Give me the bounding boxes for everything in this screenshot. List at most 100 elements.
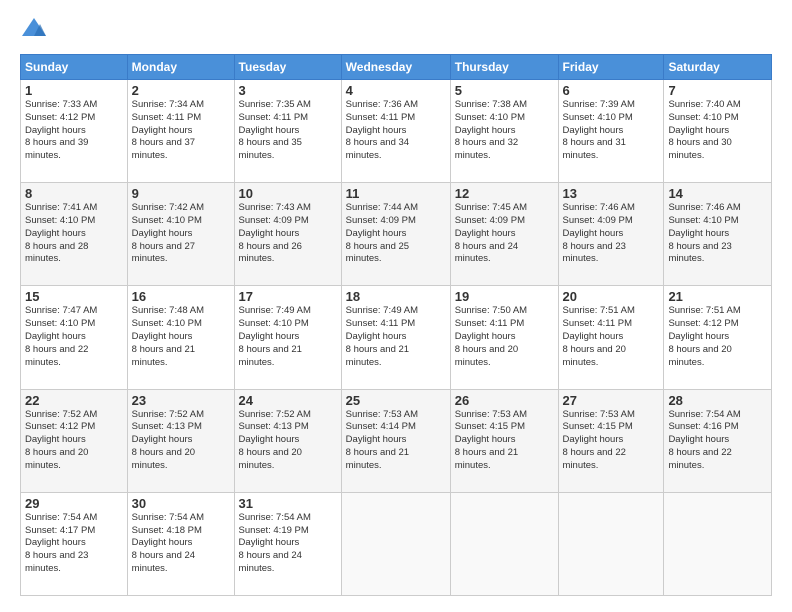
daylight-duration: 8 hours and 26 minutes. [239, 241, 302, 265]
daylight-duration: 8 hours and 37 minutes. [132, 137, 195, 161]
day-number: 19 [455, 289, 554, 304]
calendar-cell: 26 Sunrise: 7:53 AM Sunset: 4:15 PM Dayl… [450, 389, 558, 492]
calendar-cell [558, 492, 664, 595]
daylight-label: Daylight hours [455, 125, 516, 136]
calendar-cell: 8 Sunrise: 7:41 AM Sunset: 4:10 PM Dayli… [21, 183, 128, 286]
daylight-label: Daylight hours [563, 434, 624, 445]
calendar-cell [450, 492, 558, 595]
day-number: 29 [25, 496, 123, 511]
sunrise-label: Sunrise: 7:54 AM [25, 512, 97, 523]
daylight-duration: 8 hours and 35 minutes. [239, 137, 302, 161]
calendar-cell: 25 Sunrise: 7:53 AM Sunset: 4:14 PM Dayl… [341, 389, 450, 492]
daylight-duration: 8 hours and 30 minutes. [668, 137, 731, 161]
sunset-label: Sunset: 4:11 PM [132, 112, 202, 123]
sunrise-label: Sunrise: 7:48 AM [132, 305, 204, 316]
sunset-label: Sunset: 4:14 PM [346, 421, 416, 432]
day-info: Sunrise: 7:47 AM Sunset: 4:10 PM Dayligh… [25, 305, 123, 369]
daylight-duration: 8 hours and 32 minutes. [455, 137, 518, 161]
day-number: 1 [25, 83, 123, 98]
calendar-cell: 31 Sunrise: 7:54 AM Sunset: 4:19 PM Dayl… [234, 492, 341, 595]
daylight-duration: 8 hours and 20 minutes. [455, 344, 518, 368]
calendar-cell: 16 Sunrise: 7:48 AM Sunset: 4:10 PM Dayl… [127, 286, 234, 389]
calendar-cell: 12 Sunrise: 7:45 AM Sunset: 4:09 PM Dayl… [450, 183, 558, 286]
day-number: 16 [132, 289, 230, 304]
day-info: Sunrise: 7:52 AM Sunset: 4:13 PM Dayligh… [239, 409, 337, 473]
page: SundayMondayTuesdayWednesdayThursdayFrid… [0, 0, 792, 612]
day-info: Sunrise: 7:46 AM Sunset: 4:10 PM Dayligh… [668, 202, 767, 266]
calendar-cell: 1 Sunrise: 7:33 AM Sunset: 4:12 PM Dayli… [21, 80, 128, 183]
daylight-label: Daylight hours [346, 434, 407, 445]
day-number: 4 [346, 83, 446, 98]
day-number: 21 [668, 289, 767, 304]
daylight-duration: 8 hours and 21 minutes. [132, 344, 195, 368]
calendar-cell: 23 Sunrise: 7:52 AM Sunset: 4:13 PM Dayl… [127, 389, 234, 492]
day-number: 23 [132, 393, 230, 408]
day-info: Sunrise: 7:38 AM Sunset: 4:10 PM Dayligh… [455, 99, 554, 163]
daylight-duration: 8 hours and 20 minutes. [132, 447, 195, 471]
sunrise-label: Sunrise: 7:46 AM [668, 202, 740, 213]
sunset-label: Sunset: 4:09 PM [563, 215, 633, 226]
daylight-label: Daylight hours [563, 331, 624, 342]
day-number: 25 [346, 393, 446, 408]
daylight-duration: 8 hours and 22 minutes. [563, 447, 626, 471]
calendar-cell: 4 Sunrise: 7:36 AM Sunset: 4:11 PM Dayli… [341, 80, 450, 183]
day-number: 28 [668, 393, 767, 408]
day-info: Sunrise: 7:33 AM Sunset: 4:12 PM Dayligh… [25, 99, 123, 163]
sunset-label: Sunset: 4:19 PM [239, 525, 309, 536]
sunset-label: Sunset: 4:09 PM [455, 215, 525, 226]
daylight-duration: 8 hours and 20 minutes. [668, 344, 731, 368]
calendar-cell: 29 Sunrise: 7:54 AM Sunset: 4:17 PM Dayl… [21, 492, 128, 595]
sunrise-label: Sunrise: 7:54 AM [132, 512, 204, 523]
daylight-label: Daylight hours [239, 434, 300, 445]
sunset-label: Sunset: 4:10 PM [239, 318, 309, 329]
day-info: Sunrise: 7:53 AM Sunset: 4:14 PM Dayligh… [346, 409, 446, 473]
daylight-label: Daylight hours [668, 331, 729, 342]
weekday-header-saturday: Saturday [664, 55, 772, 80]
day-info: Sunrise: 7:40 AM Sunset: 4:10 PM Dayligh… [668, 99, 767, 163]
weekday-header-sunday: Sunday [21, 55, 128, 80]
calendar-week-row: 29 Sunrise: 7:54 AM Sunset: 4:17 PM Dayl… [21, 492, 772, 595]
day-info: Sunrise: 7:42 AM Sunset: 4:10 PM Dayligh… [132, 202, 230, 266]
day-info: Sunrise: 7:39 AM Sunset: 4:10 PM Dayligh… [563, 99, 660, 163]
sunset-label: Sunset: 4:15 PM [455, 421, 525, 432]
day-number: 22 [25, 393, 123, 408]
sunrise-label: Sunrise: 7:51 AM [668, 305, 740, 316]
calendar-cell [664, 492, 772, 595]
logo-icon [20, 16, 48, 44]
day-info: Sunrise: 7:48 AM Sunset: 4:10 PM Dayligh… [132, 305, 230, 369]
daylight-label: Daylight hours [25, 228, 86, 239]
daylight-duration: 8 hours and 20 minutes. [239, 447, 302, 471]
sunrise-label: Sunrise: 7:54 AM [668, 409, 740, 420]
daylight-label: Daylight hours [239, 228, 300, 239]
sunset-label: Sunset: 4:10 PM [668, 215, 738, 226]
day-number: 15 [25, 289, 123, 304]
calendar-cell: 5 Sunrise: 7:38 AM Sunset: 4:10 PM Dayli… [450, 80, 558, 183]
sunrise-label: Sunrise: 7:36 AM [346, 99, 418, 110]
sunset-label: Sunset: 4:17 PM [25, 525, 95, 536]
calendar-cell: 15 Sunrise: 7:47 AM Sunset: 4:10 PM Dayl… [21, 286, 128, 389]
daylight-label: Daylight hours [132, 537, 193, 548]
calendar-cell: 18 Sunrise: 7:49 AM Sunset: 4:11 PM Dayl… [341, 286, 450, 389]
sunset-label: Sunset: 4:10 PM [25, 318, 95, 329]
daylight-duration: 8 hours and 20 minutes. [25, 447, 88, 471]
sunrise-label: Sunrise: 7:53 AM [455, 409, 527, 420]
weekday-header-wednesday: Wednesday [341, 55, 450, 80]
day-info: Sunrise: 7:54 AM Sunset: 4:18 PM Dayligh… [132, 512, 230, 576]
sunset-label: Sunset: 4:12 PM [25, 421, 95, 432]
daylight-label: Daylight hours [668, 228, 729, 239]
calendar-cell: 10 Sunrise: 7:43 AM Sunset: 4:09 PM Dayl… [234, 183, 341, 286]
calendar-cell: 30 Sunrise: 7:54 AM Sunset: 4:18 PM Dayl… [127, 492, 234, 595]
sunset-label: Sunset: 4:15 PM [563, 421, 633, 432]
daylight-duration: 8 hours and 21 minutes. [346, 344, 409, 368]
sunset-label: Sunset: 4:10 PM [563, 112, 633, 123]
day-number: 12 [455, 186, 554, 201]
daylight-duration: 8 hours and 23 minutes. [25, 550, 88, 574]
day-info: Sunrise: 7:41 AM Sunset: 4:10 PM Dayligh… [25, 202, 123, 266]
weekday-header-friday: Friday [558, 55, 664, 80]
sunset-label: Sunset: 4:09 PM [346, 215, 416, 226]
day-info: Sunrise: 7:46 AM Sunset: 4:09 PM Dayligh… [563, 202, 660, 266]
day-number: 8 [25, 186, 123, 201]
calendar-cell: 27 Sunrise: 7:53 AM Sunset: 4:15 PM Dayl… [558, 389, 664, 492]
daylight-duration: 8 hours and 24 minutes. [239, 550, 302, 574]
daylight-duration: 8 hours and 21 minutes. [455, 447, 518, 471]
